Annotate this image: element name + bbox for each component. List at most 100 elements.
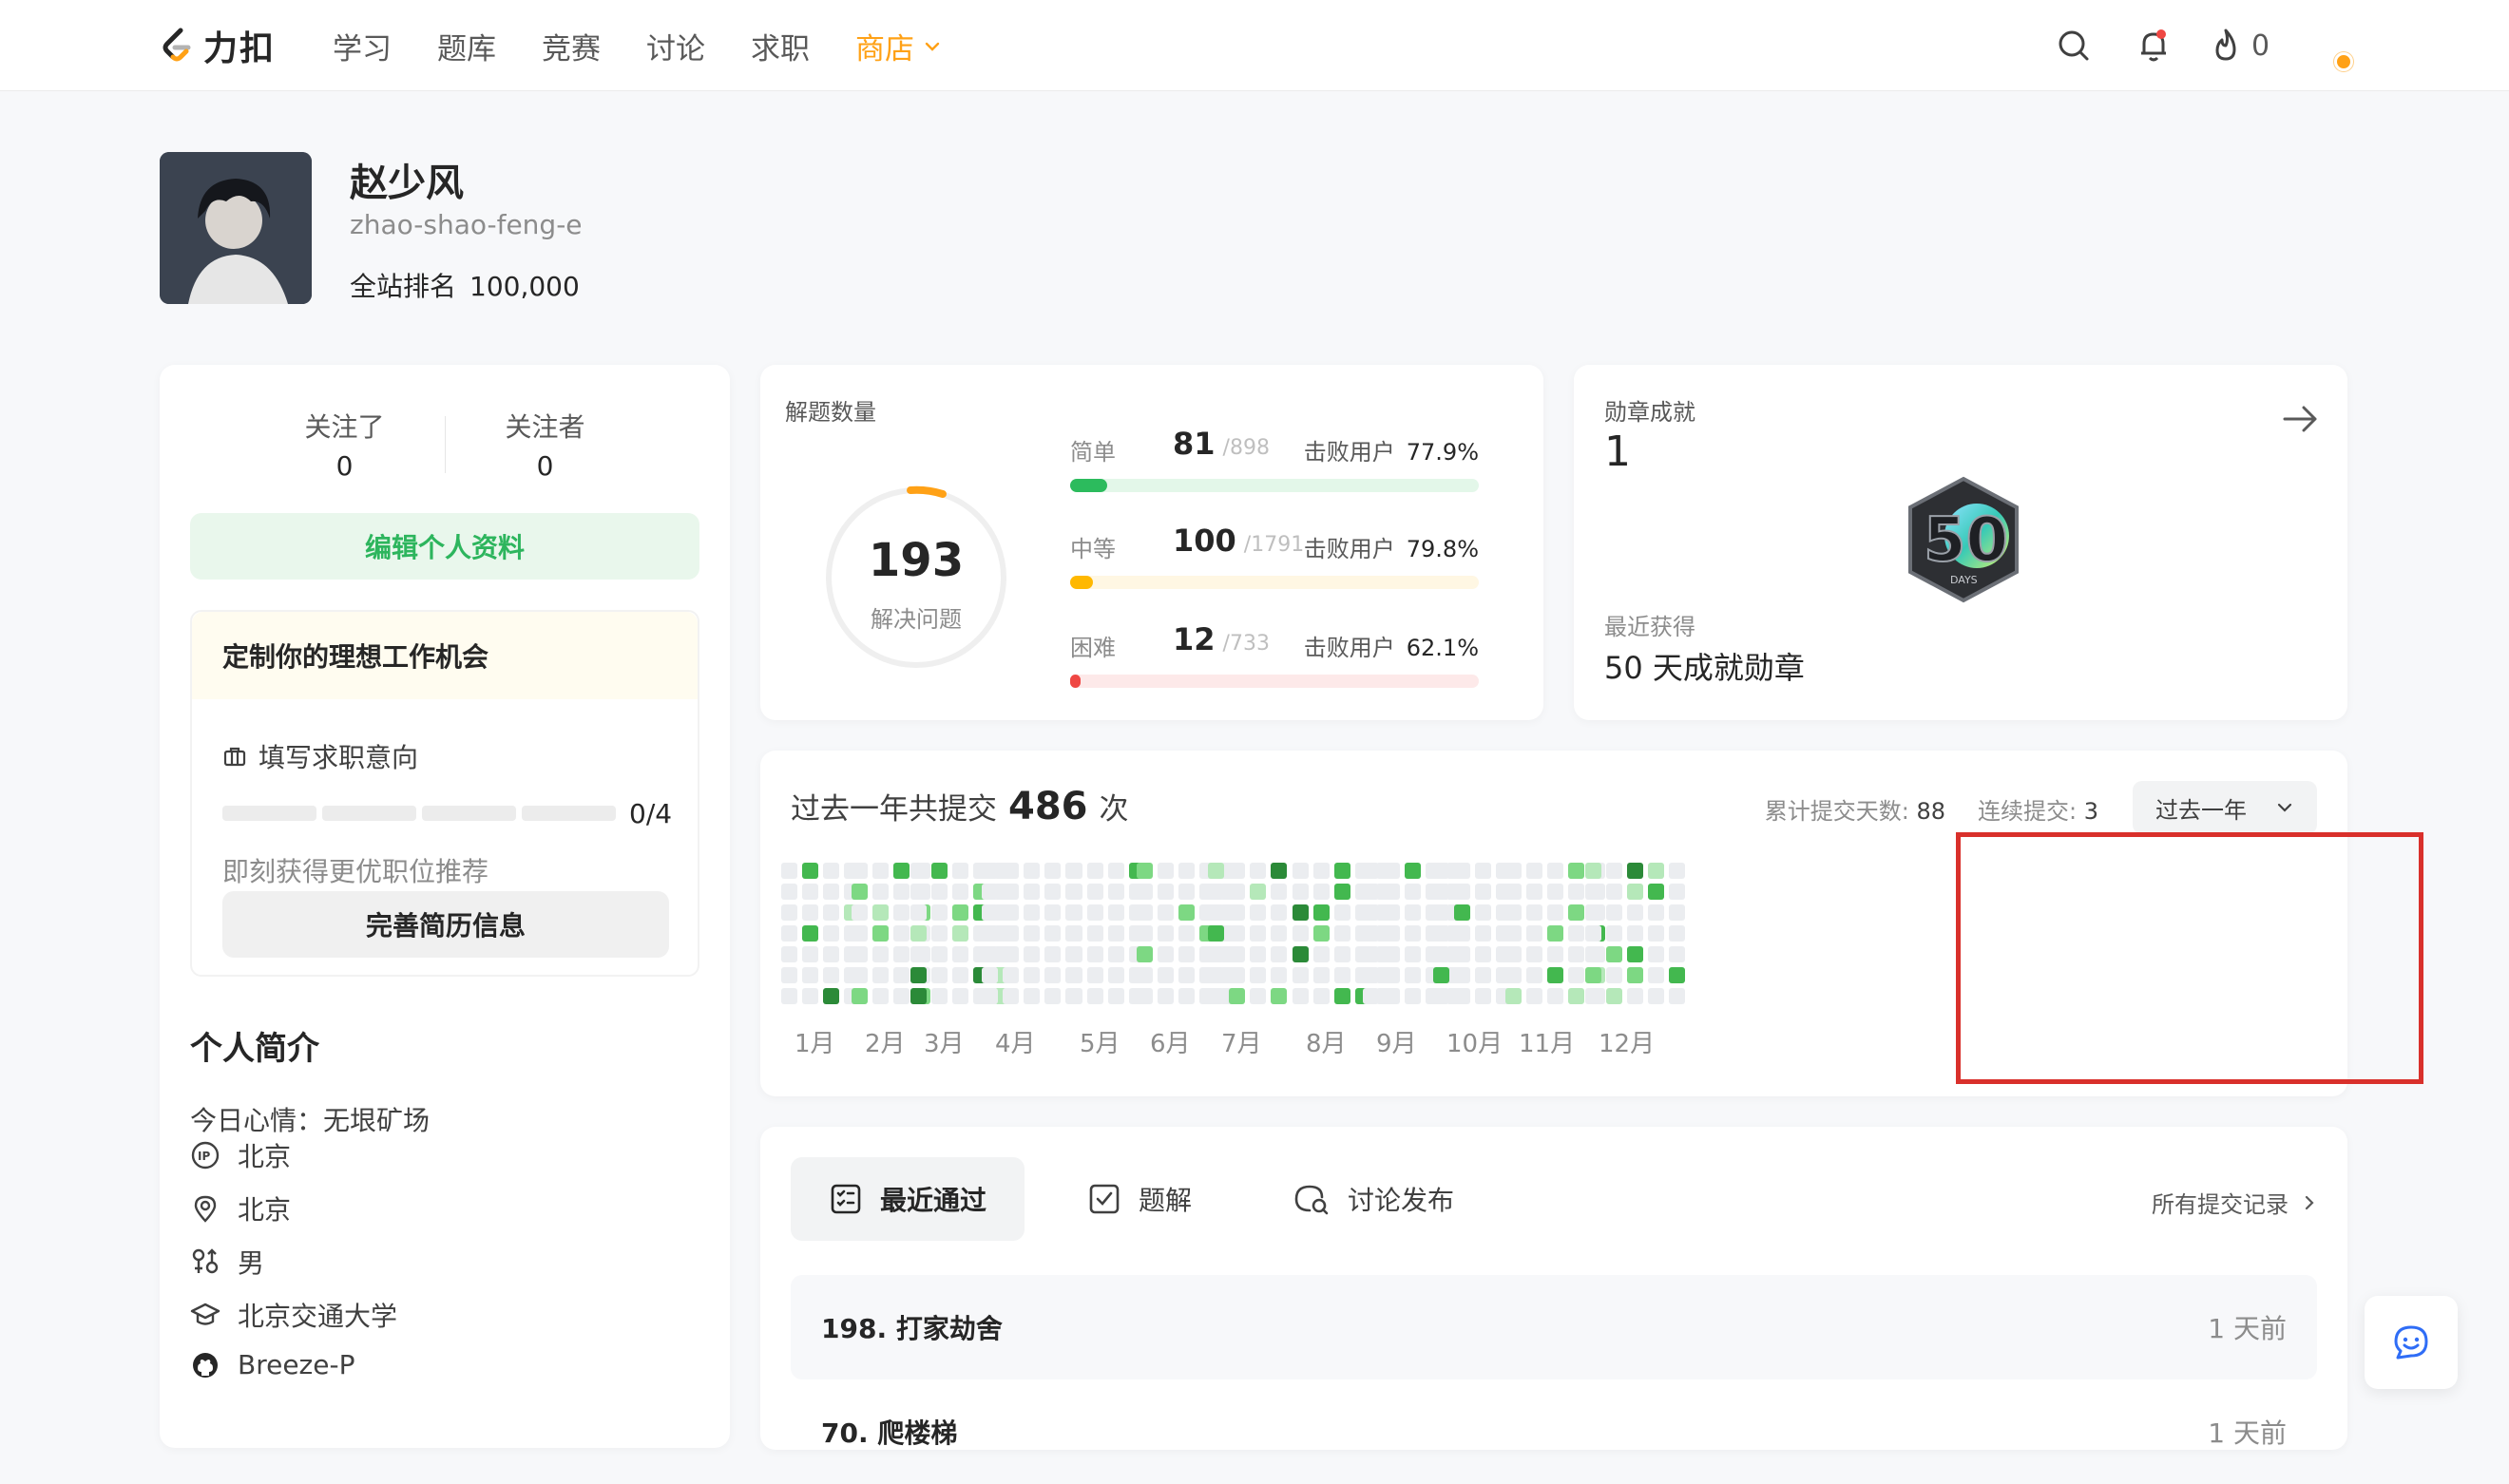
heatmap-cell[interactable] (1547, 925, 1563, 942)
heatmap-cell[interactable] (1137, 946, 1153, 962)
heatmap-cell[interactable] (1627, 967, 1643, 983)
heatmap-cell[interactable] (982, 863, 998, 879)
heatmap-cell[interactable] (1648, 946, 1664, 962)
streak-counter[interactable]: 0 (2210, 27, 2270, 65)
heatmap-cell[interactable] (1526, 967, 1542, 983)
heatmap-cell[interactable] (910, 904, 927, 921)
heatmap-cell[interactable] (1568, 904, 1584, 921)
heatmap-cell[interactable] (1250, 863, 1266, 879)
heatmap-cell[interactable] (1475, 988, 1491, 1004)
heatmap-cell[interactable] (1526, 988, 1542, 1004)
heatmap-cell[interactable] (1178, 988, 1195, 1004)
heatmap-cell[interactable] (1454, 904, 1470, 921)
heatmap-cell[interactable] (1003, 946, 1019, 962)
heatmap-cell[interactable] (1250, 884, 1266, 900)
followers-stat[interactable]: 关注者 0 (446, 407, 645, 482)
heatmap-cell[interactable] (1475, 884, 1491, 900)
heatmap-cell[interactable] (952, 925, 968, 942)
heatmap-cell[interactable] (1293, 967, 1309, 983)
nav-link-contest[interactable]: 竞赛 (542, 25, 601, 67)
heatmap-cell[interactable] (1044, 988, 1061, 1004)
list-item[interactable]: 70. 爬楼梯 1 天前 (791, 1379, 2317, 1484)
heatmap-cell[interactable] (1271, 884, 1287, 900)
heatmap-cell[interactable] (1505, 925, 1522, 942)
heatmap-cell[interactable] (1024, 967, 1040, 983)
search-icon[interactable] (2055, 27, 2093, 65)
heatmap-cell[interactable] (1405, 884, 1421, 900)
heatmap-cell[interactable] (1363, 863, 1379, 879)
heatmap-cell[interactable] (1066, 988, 1082, 1004)
heatmap-cell[interactable] (781, 967, 797, 983)
heatmap-cell[interactable] (1585, 946, 1601, 962)
heatmap-cell[interactable] (1405, 863, 1421, 879)
heatmap-cell[interactable] (1313, 967, 1330, 983)
heatmap-cell[interactable] (1087, 904, 1103, 921)
heatmap-cell[interactable] (1384, 904, 1400, 921)
heatmap-cell[interactable] (1087, 988, 1103, 1004)
heatmap-cell[interactable] (1178, 967, 1195, 983)
heatmap-cell[interactable] (1229, 946, 1245, 962)
heatmap-cell[interactable] (982, 988, 998, 1004)
heatmap-cell[interactable] (1547, 988, 1563, 1004)
heatmap-cell[interactable] (910, 884, 927, 900)
feedback-button[interactable] (2365, 1296, 2458, 1389)
heatmap-cell[interactable] (1585, 925, 1601, 942)
heatmap-cell[interactable] (1003, 967, 1019, 983)
heatmap-cell[interactable] (1384, 967, 1400, 983)
heatmap-cell[interactable] (1066, 946, 1082, 962)
heatmap-cell[interactable] (1313, 863, 1330, 879)
heatmap-cell[interactable] (1585, 988, 1601, 1004)
heatmap-cell[interactable] (1229, 925, 1245, 942)
heatmap-cell[interactable] (1334, 967, 1350, 983)
heatmap-cell[interactable] (1363, 884, 1379, 900)
heatmap-cell[interactable] (1044, 925, 1061, 942)
heatmap-cell[interactable] (952, 946, 968, 962)
heatmap-cell[interactable] (931, 925, 948, 942)
heatmap-cell[interactable] (1669, 967, 1685, 983)
heatmap-cell[interactable] (1526, 904, 1542, 921)
heatmap-cell[interactable] (1250, 967, 1266, 983)
heatmap-cell[interactable] (1547, 863, 1563, 879)
heatmap-cell[interactable] (1137, 863, 1153, 879)
heatmap-cell[interactable] (952, 904, 968, 921)
heatmap-cell[interactable] (1271, 988, 1287, 1004)
nav-link-discuss[interactable]: 讨论 (646, 25, 705, 67)
heatmap-cell[interactable] (1229, 863, 1245, 879)
heatmap-cell[interactable] (1024, 863, 1040, 879)
heatmap-cell[interactable] (1669, 884, 1685, 900)
nav-link-learn[interactable]: 学习 (333, 25, 392, 67)
heatmap-cell[interactable] (1087, 925, 1103, 942)
bio-github[interactable]: Breeze-P (190, 1349, 354, 1380)
heatmap-cell[interactable] (1313, 988, 1330, 1004)
heatmap-cell[interactable] (1229, 988, 1245, 1004)
heatmap-cell[interactable] (1208, 946, 1224, 962)
heatmap-cell[interactable] (1293, 884, 1309, 900)
heatmap-cell[interactable] (952, 988, 968, 1004)
heatmap-cell[interactable] (802, 904, 818, 921)
heatmap-cell[interactable] (1505, 884, 1522, 900)
badge-50-days-icon[interactable]: 50 DAYS (1897, 473, 2030, 606)
heatmap-cell[interactable] (1648, 988, 1664, 1004)
heatmap-cell[interactable] (952, 967, 968, 983)
heatmap-cell[interactable] (1405, 946, 1421, 962)
heatmap-cell[interactable] (872, 863, 889, 879)
heatmap-cell[interactable] (1178, 925, 1195, 942)
heatmap-cell[interactable] (1108, 904, 1124, 921)
heatmap-cell[interactable] (823, 946, 839, 962)
heatmap-cell[interactable] (1178, 946, 1195, 962)
heatmap-cell[interactable] (910, 925, 927, 942)
heatmap-cell[interactable] (1526, 884, 1542, 900)
heatmap-cell[interactable] (1208, 925, 1224, 942)
heatmap-cell[interactable] (931, 967, 948, 983)
heatmap-cell[interactable] (1384, 988, 1400, 1004)
heatmap-cell[interactable] (1178, 863, 1195, 879)
heatmap-cell[interactable] (1003, 904, 1019, 921)
heatmap-cell[interactable] (1547, 904, 1563, 921)
heatmap-cell[interactable] (852, 904, 868, 921)
heatmap-cell[interactable] (1250, 946, 1266, 962)
heatmap-cell[interactable] (1505, 863, 1522, 879)
tab-discussions[interactable]: 讨论发布 (1254, 1157, 1492, 1241)
heatmap-cell[interactable] (781, 925, 797, 942)
heatmap-cell[interactable] (1178, 904, 1195, 921)
heatmap-cell[interactable] (1526, 946, 1542, 962)
